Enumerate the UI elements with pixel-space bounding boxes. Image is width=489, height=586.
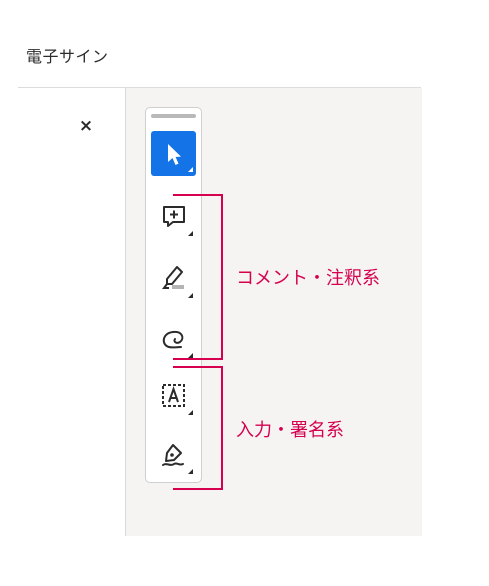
close-button[interactable]: ×: [77, 117, 95, 135]
input-group-label: 入力・署名系: [236, 420, 344, 441]
tool-menu-indicator: [188, 167, 193, 172]
comment-group-bracket: [173, 194, 223, 360]
select-tool-button[interactable]: [151, 131, 196, 176]
page-title: 電子サイン: [26, 47, 109, 66]
input-group-bracket: [173, 366, 223, 490]
comment-group-label: コメント・注釈系: [236, 268, 380, 289]
toolbar-drag-handle[interactable]: [151, 114, 196, 118]
